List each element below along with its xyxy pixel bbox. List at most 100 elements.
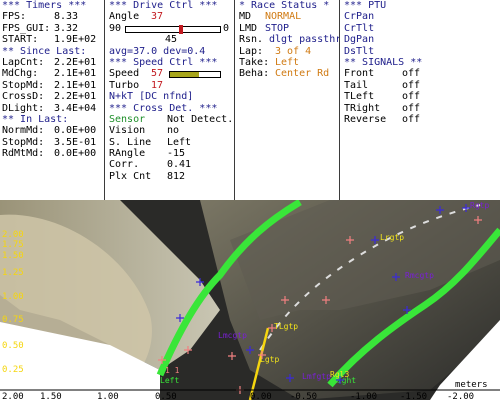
timer-value: 3.32 <box>54 22 79 34</box>
sensor-label: Sensor <box>109 113 146 125</box>
timer-value: 2.1E+01 <box>54 68 97 80</box>
signal-label: TLeft <box>344 91 375 103</box>
timer-label: NormMd: <box>2 125 45 137</box>
signal-label: TRight <box>344 102 381 114</box>
y-tick: 1.25 <box>2 268 24 278</box>
race-value: Left <box>275 56 300 68</box>
race-label: MD <box>239 11 252 23</box>
race-label: Lap: <box>239 45 264 57</box>
since-last-header: ** Since Last: <box>2 45 87 57</box>
ptu-signals-panel: *** PTU CrPan CrTlt DgPan DsTlt ** SIGNA… <box>340 0 500 200</box>
label-rgtp-top: Rgtp <box>470 201 489 210</box>
signals-header: ** SIGNALS ** <box>344 56 423 68</box>
x-tick: -2.00 <box>447 392 474 400</box>
timer-value: 2.2E+01 <box>54 91 97 103</box>
timer-label: MdChg: <box>2 68 39 80</box>
race-status-panel: * Race Status * MD NORMAL LMD STOP Rsn. dlg… <box>235 0 340 200</box>
race-label: Take: <box>239 56 270 68</box>
angle-value: 37 <box>151 11 164 23</box>
angle-avg-text: avg=37.0 dev=0.4 <box>109 45 206 57</box>
nokt-text: N+kT [DC nfnd] <box>109 91 194 103</box>
timers-panel: *** Timers *** FPS: 8.33 FPS_GUI: 3.32 STA… <box>0 0 105 200</box>
cross-value: -15 <box>167 148 186 160</box>
speed-bar-fill <box>170 72 199 78</box>
angle-slider[interactable] <box>125 24 221 34</box>
label-tlgtp: TLgtp <box>274 322 298 331</box>
ptu-item: DgPan <box>344 34 375 46</box>
drive-ctrl-header: *** Drive Ctrl *** <box>109 0 218 11</box>
sensor-value: Not Detect. <box>167 113 234 125</box>
signal-label: Front <box>344 68 375 80</box>
camera-overlay: Rgtp Lrgtp Rmcgtp TLgtp Lmcgtp Lgtp Lmfg… <box>0 198 500 400</box>
timer-label: FPS: <box>2 11 27 23</box>
race-label: Beha: <box>239 68 270 80</box>
signal-label: Reverse <box>344 113 387 125</box>
ptu-item: CrTlt <box>344 22 375 34</box>
x-axis-unit: meters <box>455 380 488 390</box>
speed-bar <box>169 71 221 79</box>
x-tick: 0.00 <box>250 392 272 400</box>
cross-label: Vision <box>109 125 146 137</box>
timer-label: CrossD: <box>2 91 45 103</box>
race-value: 3 of 4 <box>275 45 312 57</box>
x-tick: 0.50 <box>155 392 177 400</box>
label-lmcgtp: Lmcgtp <box>218 331 247 340</box>
angle-label: Angle <box>109 11 140 23</box>
timer-label: DLight: <box>2 102 45 114</box>
x-tick: 2.00 <box>2 392 24 400</box>
label-pt5: 1 1 <box>165 366 180 375</box>
speed-ctrl-header: *** Speed Ctrl *** <box>109 56 218 68</box>
x-tick: -1.50 <box>400 392 427 400</box>
cross-value: no <box>167 125 180 137</box>
signal-value: off <box>402 68 421 80</box>
race-value: STOP <box>265 22 290 34</box>
timer-value: 8.33 <box>54 11 79 23</box>
timer-label: RdMtMd: <box>2 148 45 160</box>
label-lrgtp: Lrgtp <box>380 233 404 242</box>
speed-value: 57 <box>151 68 164 80</box>
ptu-item: CrPan <box>344 11 375 23</box>
y-tick: 1.75 <box>2 240 24 250</box>
y-tick: 0.25 <box>2 365 24 375</box>
signal-value: off <box>402 91 421 103</box>
camera-view: Rgtp Lrgtp Rmcgtp TLgtp Lmcgtp Lgtp Lmfg… <box>0 198 500 400</box>
signal-value: off <box>402 102 421 114</box>
debug-gui: *** Timers *** FPS: 8.33 FPS_GUI: 3.32 STA… <box>0 0 500 400</box>
y-tick: 2.00 <box>2 230 24 240</box>
y-tick: 1.00 <box>2 292 24 302</box>
angle-slider-max: 0 <box>223 22 230 34</box>
y-tick: 1.50 <box>2 251 24 261</box>
cross-label: S. Line <box>109 136 152 148</box>
angle-slider-min: 90 <box>109 22 122 34</box>
label-left: Left <box>160 376 179 385</box>
label-rmcgtp: Rmcgtp <box>405 271 434 280</box>
cross-value: 812 <box>167 170 186 182</box>
angle-slider-center: 45 <box>165 34 178 46</box>
timer-label: StopMd: <box>2 136 45 148</box>
y-tick: 0.50 <box>2 341 24 351</box>
race-value: dlgt passthro <box>269 34 340 46</box>
timer-value: 3.4E+04 <box>54 102 97 114</box>
timers-header: *** Timers *** <box>2 0 87 11</box>
race-status-header: * Race Status * <box>239 0 330 11</box>
timer-value: 2.2E+01 <box>54 56 97 68</box>
y-tick: 0.75 <box>2 315 24 325</box>
x-tick: -0.50 <box>290 392 317 400</box>
timer-value: 0.0E+00 <box>54 148 97 160</box>
angle-slider-thumb[interactable] <box>179 24 184 34</box>
signal-value: off <box>402 113 421 125</box>
cross-label: Corr. <box>109 159 140 171</box>
timer-value: 2.1E+01 <box>54 79 97 91</box>
turbo-value: 17 <box>151 79 164 91</box>
ptu-item: DsTlt <box>344 45 375 57</box>
race-label: LMD <box>239 22 258 34</box>
ptu-header: *** PTU <box>344 0 387 11</box>
label-right: Right <box>332 376 356 385</box>
timer-value: 3.5E-01 <box>54 136 97 148</box>
race-value: Center Rd <box>275 68 330 80</box>
timer-value: 0.0E+00 <box>54 125 97 137</box>
timer-label: StopMd: <box>2 79 45 91</box>
cross-value: Left <box>167 136 192 148</box>
race-label: Rsn. <box>239 34 264 46</box>
cross-label: RAngle <box>109 148 146 160</box>
